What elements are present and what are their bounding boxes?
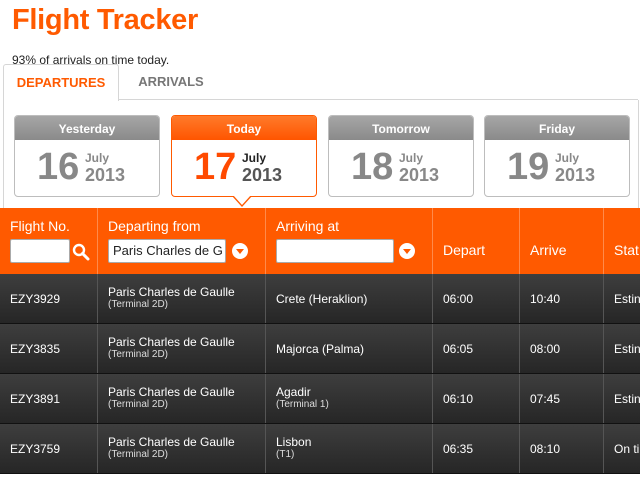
date-card-year: 2013: [242, 165, 283, 185]
col-departing-label: Departing from: [108, 218, 201, 234]
date-card-yesterday[interactable]: Yesterday 16 July 2013: [14, 115, 160, 197]
depart-time: 06:00: [443, 292, 474, 306]
table-row[interactable]: EZY3891 Paris Charles de Gaulle (Terminal…: [0, 374, 640, 424]
departure-terminal: (Terminal 2D): [108, 349, 169, 360]
flight-status: Estin: [614, 342, 640, 356]
tab-departures[interactable]: DEPARTURES: [3, 64, 119, 101]
page-title: Flight Tracker: [12, 4, 198, 36]
flight-no-input[interactable]: [10, 239, 70, 263]
col-arrive-label: Arrive: [530, 242, 567, 258]
depart-time: 06:10: [443, 392, 474, 406]
col-flight-no-label: Flight No.: [10, 218, 70, 234]
flight-status: On ti: [614, 442, 640, 456]
date-card-day: 18: [351, 146, 394, 188]
date-card-day: 17: [194, 146, 237, 188]
chevron-down-icon[interactable]: [232, 243, 248, 259]
arriving-at-select[interactable]: [276, 239, 394, 263]
departure-terminal: (Terminal 2D): [108, 449, 169, 460]
date-card-year: 2013: [85, 165, 126, 185]
table-row[interactable]: EZY3929 Paris Charles de Gaulle (Terminal…: [0, 274, 640, 324]
arrival-airport: Majorca (Palma): [276, 342, 365, 356]
departure-terminal: (Terminal 2D): [108, 399, 169, 410]
col-arriving-label: Arriving at: [276, 218, 340, 234]
date-card-friday[interactable]: Friday 19 July 2013: [484, 115, 630, 197]
depart-time: 06:05: [443, 342, 474, 356]
col-depart[interactable]: Depart: [433, 208, 520, 274]
table-row[interactable]: EZY3759 Paris Charles de Gaulle (Terminal…: [0, 424, 640, 474]
chevron-down-icon[interactable]: [399, 243, 415, 259]
flight-status: Estin: [614, 292, 640, 306]
selected-date-pointer: [232, 195, 252, 207]
departure-terminal: (Terminal 2D): [108, 299, 169, 310]
arrive-time: 10:40: [530, 292, 561, 306]
flight-number: EZY3929: [10, 292, 61, 306]
date-card-year: 2013: [399, 165, 440, 185]
arrival-terminal: (Terminal 1): [276, 399, 329, 410]
col-departing-from: Departing from Paris Charles de G: [98, 208, 266, 274]
date-card-month: July: [399, 151, 424, 165]
col-arriving-at: Arriving at: [266, 208, 433, 274]
date-card-month: July: [555, 151, 580, 165]
departure-airport: Paris Charles de Gaulle: [108, 335, 235, 349]
date-card-day: 16: [37, 146, 80, 188]
date-card-label: Friday: [485, 116, 629, 140]
table-header: Flight No. Departing from Paris Charles …: [0, 208, 640, 274]
arrival-airport: Lisbon: [276, 435, 312, 449]
tab-arrivals[interactable]: ARRIVALS: [121, 64, 221, 100]
arrive-time: 07:45: [530, 392, 561, 406]
date-card-day: 19: [507, 146, 550, 188]
col-arrive[interactable]: Arrive: [520, 208, 604, 274]
date-card-label: Today: [172, 116, 316, 140]
flight-number: EZY3835: [10, 342, 61, 356]
flight-number: EZY3891: [10, 392, 61, 406]
arrive-time: 08:00: [530, 342, 561, 356]
col-flight-no: Flight No.: [0, 208, 98, 274]
flight-status: Estin: [614, 392, 640, 406]
date-card-year: 2013: [555, 165, 596, 185]
arrival-airport: Agadir: [276, 385, 311, 399]
flight-number: EZY3759: [10, 442, 61, 456]
date-card-label: Tomorrow: [329, 116, 473, 140]
date-card-tomorrow[interactable]: Tomorrow 18 July 2013: [328, 115, 474, 197]
arrive-time: 08:10: [530, 442, 561, 456]
date-card-label: Yesterday: [15, 116, 159, 140]
col-depart-label: Depart: [443, 242, 486, 258]
arrival-airport: Crete (Heraklion): [276, 292, 368, 306]
depart-time: 06:35: [443, 442, 474, 456]
arrival-terminal: (T1): [276, 449, 295, 460]
search-icon[interactable]: [72, 243, 90, 261]
table-row[interactable]: EZY3835 Paris Charles de Gaulle (Terminal…: [0, 324, 640, 374]
col-status[interactable]: Stat: [604, 208, 640, 274]
date-card-month: July: [242, 151, 267, 165]
col-status-label: Stat: [614, 242, 639, 258]
departure-airport: Paris Charles de Gaulle: [108, 285, 235, 299]
flight-tracker-page: Flight Tracker 93% of arrivals on time t…: [0, 0, 640, 480]
departing-from-select[interactable]: Paris Charles de G: [108, 239, 226, 263]
departure-airport: Paris Charles de Gaulle: [108, 385, 235, 399]
date-card-today[interactable]: Today 17 July 2013: [171, 115, 317, 207]
departure-airport: Paris Charles de Gaulle: [108, 435, 235, 449]
date-card-month: July: [85, 151, 110, 165]
